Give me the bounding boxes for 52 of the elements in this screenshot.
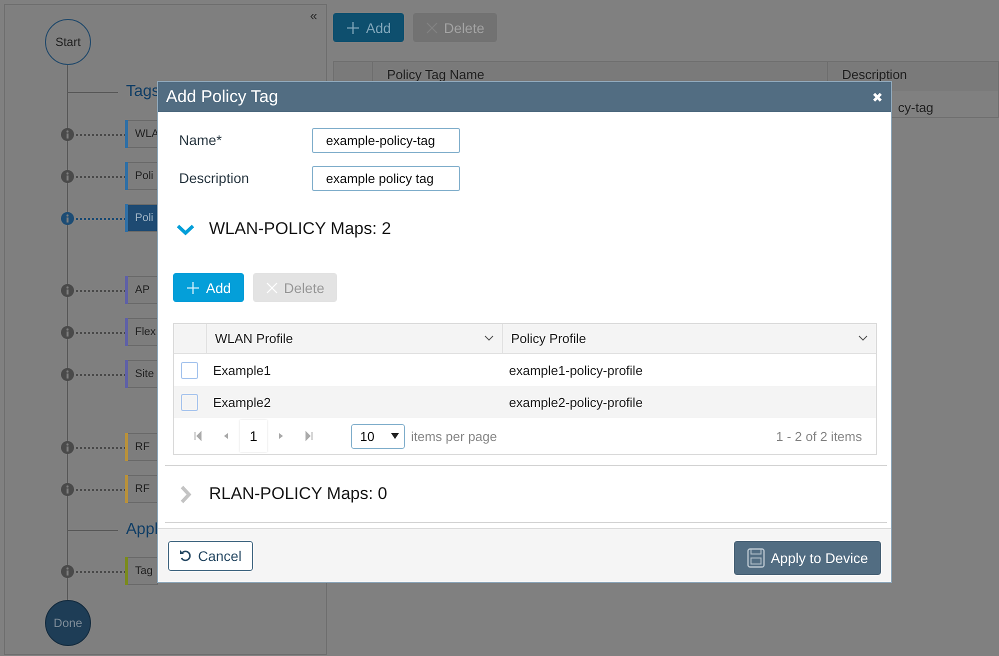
- close-icon: [266, 282, 278, 294]
- table-cell: cy-tag: [898, 100, 934, 115]
- chevron-down-icon: [484, 335, 494, 342]
- info-icon[interactable]: [61, 368, 74, 381]
- info-icon[interactable]: [61, 284, 74, 297]
- section-label: Appl: [126, 521, 158, 539]
- input-field[interactable]: example-policy-tag: [312, 128, 460, 152]
- info-icon[interactable]: [61, 483, 74, 496]
- info-icon[interactable]: [61, 441, 74, 454]
- table-cell: Example2: [206, 386, 502, 418]
- info-icon[interactable]: [61, 565, 74, 578]
- info-icon[interactable]: [61, 212, 74, 225]
- collapse-icon[interactable]: «: [310, 8, 318, 23]
- per-page-label: items per page: [411, 428, 497, 444]
- dialog-title: Add Policy Tag: [166, 87, 278, 107]
- table-cell: example2-policy-profile: [502, 386, 876, 418]
- info-icon[interactable]: [61, 170, 74, 183]
- info-icon[interactable]: [61, 128, 74, 141]
- input-field[interactable]: example policy tag: [312, 166, 460, 190]
- plus-icon: [186, 280, 200, 294]
- wizard-step[interactable]: Site: [128, 360, 158, 388]
- info-icon[interactable]: [61, 326, 74, 339]
- timeline-node: Done: [45, 600, 91, 646]
- row-checkbox[interactable]: [181, 362, 198, 378]
- wizard-step[interactable]: Poli: [128, 162, 158, 190]
- undo-icon: [179, 549, 192, 562]
- chevron-down-icon: [858, 335, 868, 342]
- field-label: Name*: [178, 132, 223, 148]
- column-header[interactable]: WLAN Profile: [206, 324, 502, 354]
- timeline-node: Start: [45, 19, 91, 65]
- apply-button[interactable]: Apply to Device: [734, 540, 881, 574]
- wizard-step[interactable]: RF: [128, 433, 158, 461]
- field-label: Description: [178, 170, 250, 186]
- save-icon: [746, 548, 765, 568]
- wizard-step[interactable]: Poli: [128, 204, 158, 232]
- wizard-step[interactable]: Tag: [128, 557, 158, 585]
- section-title: WLAN-POLICY Maps: 2: [209, 219, 392, 239]
- close-icon[interactable]: ✖: [872, 90, 883, 104]
- add-button[interactable]: Add: [333, 13, 404, 42]
- caret-icon: [391, 433, 399, 439]
- items-summary: 1 - 2 of 2 items: [776, 428, 862, 444]
- column-header[interactable]: Policy Profile: [502, 324, 876, 354]
- add-button[interactable]: Add: [173, 273, 244, 302]
- row-checkbox[interactable]: [181, 394, 198, 410]
- plus-icon: [346, 20, 360, 34]
- wizard-step[interactable]: RF: [128, 475, 158, 503]
- section-title: RLAN-POLICY Maps: 0: [209, 484, 388, 504]
- cancel-button[interactable]: Cancel: [168, 540, 253, 570]
- wizard-step[interactable]: AP: [128, 276, 158, 304]
- wizard-step[interactable]: Flex: [128, 318, 158, 346]
- page-number[interactable]: 1: [240, 420, 267, 452]
- page-size-dropdown[interactable]: 10: [351, 424, 405, 448]
